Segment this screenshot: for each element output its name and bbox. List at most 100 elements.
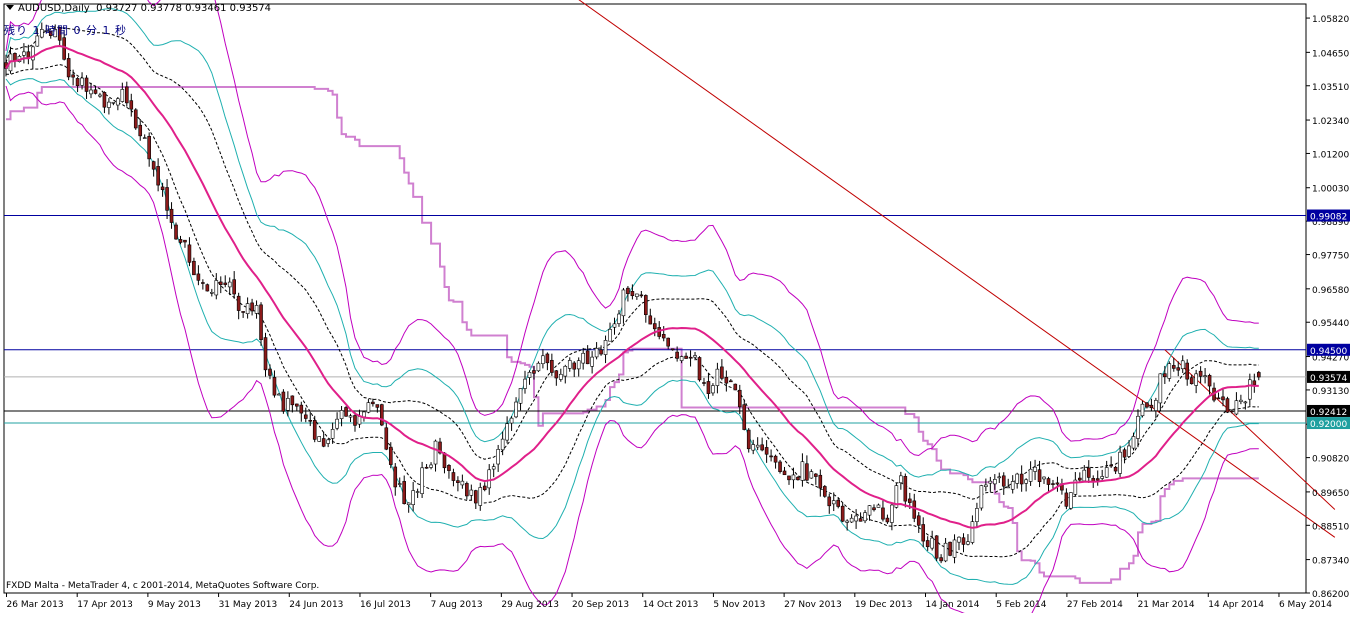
bar-countdown-timer: 残り 1 時間 0 分 1 秒 [4,24,127,37]
candle-body [1234,400,1239,415]
candle-body [1064,492,1069,507]
candle-body [245,303,250,314]
y-tick-label: 1.02340 [1312,117,1349,127]
candle-body [536,362,541,372]
candle-body [957,536,961,543]
candle-158 [711,383,715,396]
candle-149 [670,348,675,351]
candle-100 [451,468,456,487]
x-tick-label: 6 May 2014 [1279,600,1332,610]
candle-body [66,58,71,78]
candle-body [867,505,872,516]
candle-259 [1163,365,1167,384]
candle-160 [720,359,724,381]
candle-body [916,515,921,526]
plot-frame [3,3,1307,594]
candle-117 [527,370,532,385]
candle-211 [948,541,952,557]
candle-113 [509,416,514,431]
outer-upper-band [5,0,1259,457]
candle-body [961,537,966,545]
candle-90 [406,502,411,513]
candle-body [196,273,201,281]
candle-46 [210,288,214,297]
candle-27 [125,81,129,107]
candle-body [277,393,281,396]
chart-window[interactable]: 1.05820 1.04650 1.03510 1.02340 1.01200 1.000… [0,0,1350,617]
candle-body [1230,410,1234,413]
candle-body [1069,492,1073,509]
candle-159 [715,362,720,394]
y-tick-label: 0.86200 [1312,590,1349,600]
candle-207 [930,530,934,551]
candle-34 [156,158,160,192]
candle-body [223,282,228,285]
candle-58 [263,332,268,377]
candle-body [335,418,339,429]
candle-body [755,444,760,448]
candle-278 [1248,373,1252,406]
triangle-down-icon[interactable] [6,5,14,10]
candle-body [433,440,438,465]
candle-210 [943,537,948,563]
candle-263 [1180,355,1185,374]
y-tick-label: 0.88510 [1312,522,1349,532]
candle-body [702,382,706,384]
candle-122 [550,353,554,376]
candle-162 [729,378,733,383]
candle-166 [746,428,751,453]
candle-body [831,500,836,505]
candle-body [652,323,657,330]
x-tick-label: 5 Nov 2013 [713,600,765,610]
candle-196 [881,499,885,522]
candle-253 [1136,409,1140,448]
candle-15 [71,69,75,86]
candle-30 [138,119,143,141]
price-chart[interactable]: 1.05820 1.04650 1.03510 1.02340 1.01200 1.000… [0,0,1350,617]
candle-142 [639,290,644,298]
candle-body [187,244,192,263]
candle-body [970,521,975,543]
candle-14 [66,53,71,81]
candle-body [263,337,268,371]
candle-body [679,356,684,361]
candle-57 [259,302,263,346]
candle-body [912,500,917,519]
candle-37 [169,202,174,229]
x-tick-label: 31 May 2013 [219,600,278,610]
candle-body [205,284,210,292]
candle-body [751,444,755,451]
candle-body [1015,473,1019,484]
candle-184 [827,493,832,514]
candle-body [563,365,568,377]
candle-216 [970,515,975,545]
x-tick-label: 5 Feb 2014 [996,600,1047,610]
candle-body [371,401,375,405]
candle-body [733,383,738,391]
candle-164 [737,384,742,414]
candle-body [746,429,751,450]
candle-254 [1140,400,1145,418]
candle-209 [939,554,943,564]
candle-body [939,557,943,562]
candle-body [890,504,894,523]
candle-body [599,349,603,355]
candle-51 [232,271,236,299]
candle-body [281,391,286,412]
candle-106 [478,482,483,511]
candle-205 [921,517,926,548]
x-tick-label: 29 Aug 2013 [501,600,559,610]
candle-131 [590,351,594,374]
candle-body [1109,464,1113,467]
candle-96 [433,439,438,472]
candle-93 [420,461,424,498]
candle-body [142,137,147,139]
candle-body [218,281,223,285]
candle-body [809,471,814,479]
candle-body [572,362,577,370]
candle-body [925,540,930,548]
candle-body [192,260,196,276]
x-tick-label: 21 Mar 2014 [1138,600,1195,610]
candle-body [1033,466,1037,472]
candle-168 [755,437,760,451]
